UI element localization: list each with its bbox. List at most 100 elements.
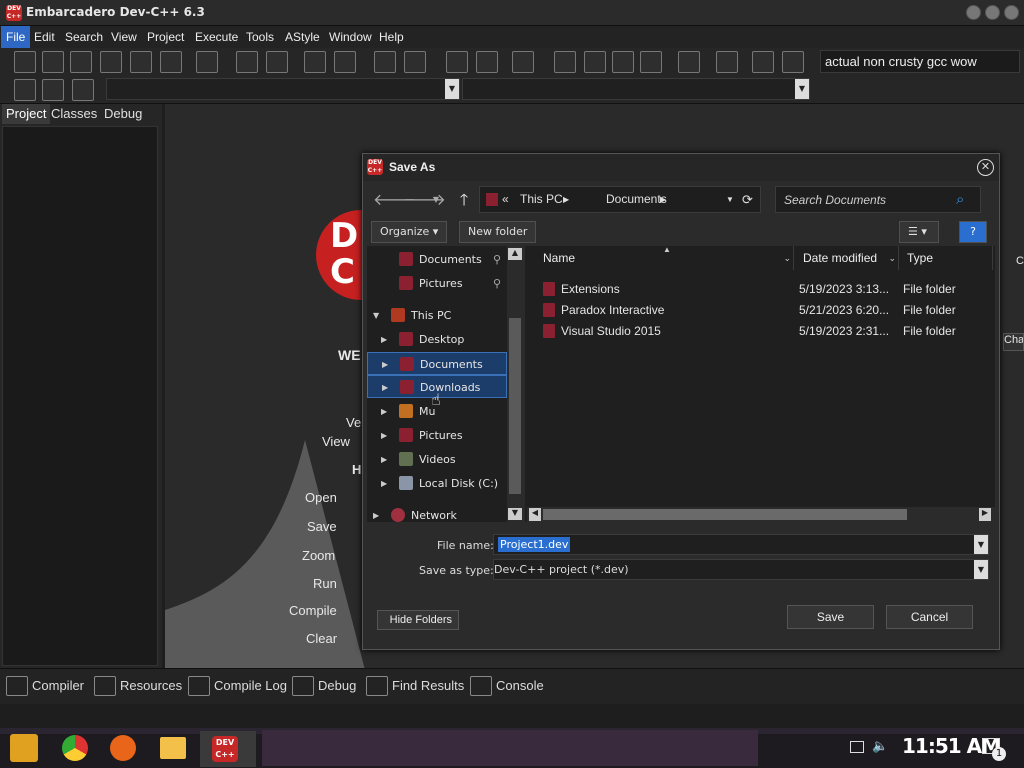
organize-button[interactable]: Organize ▾ (371, 221, 448, 243)
tab-compile-log[interactable]: Compile Log (188, 676, 287, 696)
menu-project[interactable]: Project (142, 26, 189, 48)
tab-find-results[interactable]: Find Results (366, 676, 464, 696)
check-icon[interactable] (678, 51, 700, 73)
menu-view[interactable]: View (106, 26, 142, 48)
redo-icon[interactable] (404, 51, 426, 73)
hscroll-thumb[interactable] (543, 509, 907, 520)
scroll-down-icon[interactable]: ▼ (508, 508, 522, 520)
function-combo[interactable]: ▼ (462, 78, 810, 100)
nav-item-local-disk[interactable]: ▶ Local Disk (C:) (367, 472, 507, 495)
address-dropdown-icon[interactable]: ▼ (726, 187, 734, 212)
delete-icon[interactable] (782, 51, 804, 73)
column-type[interactable]: Type (903, 246, 993, 270)
save-all-icon[interactable] (100, 51, 122, 73)
nav-item-this-pc[interactable]: ▼ This PC (367, 304, 507, 327)
welcome-zoom[interactable]: Zoom (302, 548, 335, 563)
nav-scrollbar[interactable]: ▲ ▼ (507, 246, 523, 522)
nav-item-documents-pinned[interactable]: Documents ⚲ (367, 248, 507, 271)
welcome-compile[interactable]: Compile (289, 603, 337, 618)
start-icon[interactable] (10, 734, 38, 762)
save-icon[interactable] (70, 51, 92, 73)
nav-item-desktop[interactable]: ▶ Desktop (367, 328, 507, 351)
menu-edit[interactable]: Edit (29, 26, 60, 48)
menu-astyle[interactable]: AStyle (280, 26, 325, 48)
address-bar[interactable]: « This PC ▶ Documents ▶ ▼ ⟳ (479, 186, 761, 213)
chevron-down-icon[interactable]: ▼ (974, 560, 988, 579)
unindent-icon[interactable] (334, 51, 356, 73)
project-tree[interactable] (2, 126, 158, 666)
project-new-icon[interactable] (14, 79, 36, 101)
hide-folders-button[interactable]: Hide Folders (377, 610, 459, 630)
stop-icon[interactable] (716, 51, 738, 73)
up-arrow-icon[interactable]: 🡑 (451, 187, 477, 213)
file-explorer-icon[interactable] (160, 737, 186, 759)
file-list-hscroll[interactable]: ◀ ▶ (527, 507, 995, 522)
breadcrumb-this-pc[interactable]: This PC (520, 187, 563, 212)
scroll-right-icon[interactable]: ▶ (979, 508, 991, 521)
tab-resources[interactable]: Resources (94, 676, 182, 696)
welcome-open[interactable]: Open (305, 490, 337, 505)
menu-window[interactable]: Window (324, 26, 377, 48)
nav-scroll-thumb[interactable] (509, 318, 521, 494)
file-row[interactable]: Visual Studio 2015 5/19/2023 2:31... File … (541, 321, 981, 342)
chrome-icon[interactable] (62, 735, 88, 761)
minimize-button[interactable] (966, 5, 981, 20)
column-date-modified[interactable]: Date modified ⌄ (799, 246, 899, 270)
nav-item-videos[interactable]: ▶ Videos (367, 448, 507, 471)
welcome-run[interactable]: Run (313, 576, 337, 591)
file-row[interactable]: Paradox Interactive 5/21/2023 6:20... File… (541, 300, 981, 321)
tab-console[interactable]: Console (470, 676, 544, 696)
help-icon[interactable]: ? (959, 221, 987, 243)
cancel-button[interactable]: Cancel (886, 605, 973, 629)
search-icon[interactable]: ⌕ (956, 190, 964, 208)
menu-help[interactable]: Help (374, 26, 409, 48)
tab-classes[interactable]: Classes (47, 104, 101, 124)
new-file-icon[interactable] (14, 51, 36, 73)
welcome-clear[interactable]: Clear (306, 631, 337, 646)
close-file-icon[interactable] (130, 51, 152, 73)
new-folder-button[interactable]: New folder (459, 221, 537, 243)
compiler-select[interactable]: actual non crusty gcc wow (820, 50, 1020, 73)
menu-search[interactable]: Search (60, 26, 108, 48)
compile-run-icon[interactable] (612, 51, 634, 73)
find-icon[interactable] (236, 51, 258, 73)
rebuild-icon[interactable] (640, 51, 662, 73)
bookmark-icon[interactable] (42, 79, 64, 101)
file-list[interactable]: Name ▲ ⌄ Date modified ⌄ Type Extensions 5/1… (525, 245, 995, 522)
open-file-icon[interactable] (42, 51, 64, 73)
save-type-select[interactable]: Dev-C++ project (*.dev) ▼ (493, 559, 989, 580)
file-row[interactable]: Extensions 5/19/2023 3:13... File folder (541, 279, 981, 300)
recent-dropdown-icon[interactable]: ▼ (429, 187, 443, 213)
bookmark-list-icon[interactable] (72, 79, 94, 101)
print-icon[interactable] (196, 51, 218, 73)
nav-item-documents[interactable]: ▶ Documents (367, 352, 507, 375)
network-tray-icon[interactable] (850, 741, 864, 753)
class-combo[interactable]: ▼ (106, 78, 460, 100)
volume-tray-icon[interactable]: 🔈 (872, 739, 888, 754)
menu-execute[interactable]: Execute (190, 26, 243, 48)
file-name-field[interactable]: Project1.dev ▼ (493, 534, 989, 555)
tab-compiler[interactable]: Compiler (6, 676, 84, 696)
back-arrow-icon[interactable]: 🡐 (373, 187, 416, 213)
column-name[interactable]: Name ▲ ⌄ (541, 245, 794, 270)
view-options-icon[interactable]: ☰ ▾ (899, 221, 939, 243)
undo-icon[interactable] (374, 51, 396, 73)
menu-file[interactable]: File (1, 26, 31, 48)
firefox-icon[interactable] (110, 735, 136, 761)
tab-debug-bottom[interactable]: Debug (292, 676, 356, 696)
nav-item-pictures-pinned[interactable]: Pictures ⚲ (367, 272, 507, 295)
welcome-save[interactable]: Save (307, 519, 337, 534)
navigation-pane[interactable]: Documents ⚲ Pictures ⚲ ▼ This PC ▶ Desktop ▶… (367, 246, 523, 522)
taskbar-devcpp[interactable]: DEV C++ (200, 731, 256, 767)
close-button[interactable] (1004, 5, 1019, 20)
refresh-icon[interactable]: ⟳ (742, 187, 753, 212)
forward-arrow-icon[interactable]: 🡒 (403, 187, 446, 213)
side-fragment-cha[interactable]: Cha (1003, 333, 1024, 351)
chevron-right-icon[interactable]: ▶ (563, 187, 569, 212)
search-input[interactable]: Search Documents (784, 193, 886, 207)
indent-icon[interactable] (304, 51, 326, 73)
replace-icon[interactable] (266, 51, 288, 73)
menu-tools[interactable]: Tools (241, 26, 279, 48)
nav-item-pictures[interactable]: ▶ Pictures (367, 424, 507, 447)
bookmark-next-icon[interactable] (476, 51, 498, 73)
